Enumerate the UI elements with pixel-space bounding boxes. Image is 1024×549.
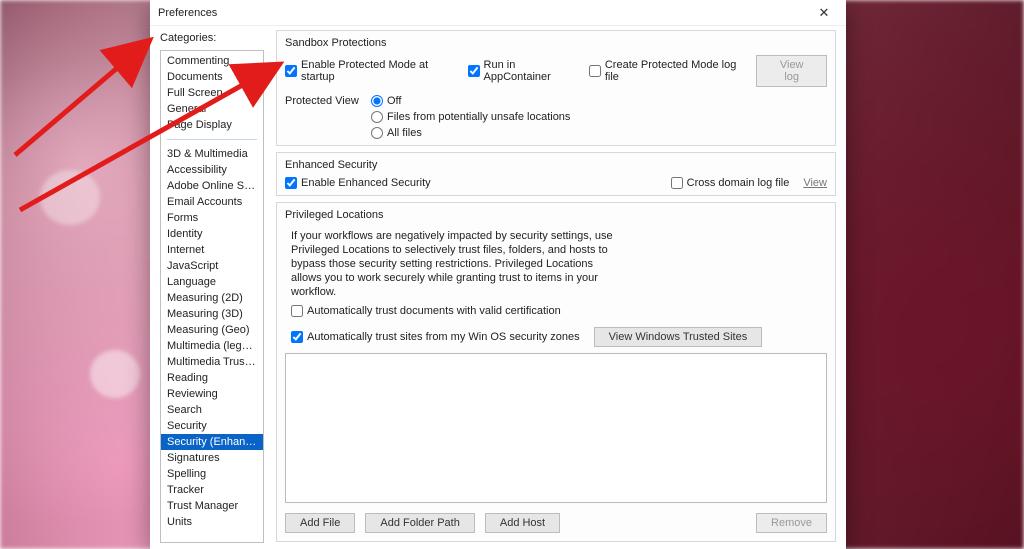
sidebar-item[interactable]: Page Display (161, 117, 263, 133)
dialog-title: Preferences (158, 7, 810, 19)
sidebar-item[interactable]: Trust Manager (161, 498, 263, 514)
auto-cert-input[interactable] (291, 305, 303, 317)
sidebar-item[interactable]: Email Accounts (161, 194, 263, 210)
run-appcontainer-input[interactable] (468, 65, 480, 77)
remove-button[interactable]: Remove (756, 513, 827, 533)
privileged-description: If your workflows are negatively impacte… (285, 227, 615, 305)
main-panel: Sandbox Protections Enable Protected Mod… (270, 26, 846, 549)
preferences-dialog: Preferences ✕ Categories: CommentingDocu… (150, 0, 846, 549)
enhanced-title: Enhanced Security (285, 159, 827, 171)
sidebar-item[interactable]: Units (161, 514, 263, 530)
sidebar-item[interactable]: Documents (161, 69, 263, 85)
cross-domain-log-checkbox[interactable]: Cross domain log file (671, 177, 790, 189)
sidebar-item[interactable]: Language (161, 274, 263, 290)
create-log-checkbox[interactable]: Create Protected Mode log file (589, 59, 751, 83)
pv-unsafe-radio[interactable]: Files from potentially unsafe locations (371, 111, 570, 123)
sidebar-item[interactable]: Security (Enhanced) (161, 434, 263, 450)
sidebar-item[interactable]: Measuring (3D) (161, 306, 263, 322)
enable-enhanced-input[interactable] (285, 177, 297, 189)
privileged-group: Privileged Locations If your workflows a… (276, 202, 836, 542)
sidebar-item[interactable]: Multimedia Trust (legacy) (161, 354, 263, 370)
sidebar-item[interactable]: Measuring (Geo) (161, 322, 263, 338)
sidebar-item[interactable]: Reviewing (161, 386, 263, 402)
sidebar-item[interactable]: Full Screen (161, 85, 263, 101)
sidebar-item[interactable]: Search (161, 402, 263, 418)
sidebar-item[interactable]: General (161, 101, 263, 117)
sidebar-item[interactable]: Identity (161, 226, 263, 242)
sidebar-item[interactable]: Multimedia (legacy) (161, 338, 263, 354)
view-link[interactable]: View (803, 177, 827, 189)
auto-zones-checkbox[interactable]: Automatically trust sites from my Win OS… (291, 331, 580, 343)
sandbox-group: Sandbox Protections Enable Protected Mod… (276, 30, 836, 146)
sidebar-item[interactable]: Adobe Online Services (161, 178, 263, 194)
view-log-button[interactable]: View log (756, 55, 827, 87)
add-file-button[interactable]: Add File (285, 513, 355, 533)
sidebar-item[interactable]: Tracker (161, 482, 263, 498)
pv-all-radio[interactable]: All files (371, 127, 422, 139)
sidebar-item[interactable]: Measuring (2D) (161, 290, 263, 306)
sidebar-item[interactable]: Accessibility (161, 162, 263, 178)
add-folder-button[interactable]: Add Folder Path (365, 513, 475, 533)
view-trusted-sites-button[interactable]: View Windows Trusted Sites (594, 327, 763, 347)
pv-unsafe-input[interactable] (371, 111, 383, 123)
titlebar: Preferences ✕ (150, 0, 846, 26)
add-host-button[interactable]: Add Host (485, 513, 560, 533)
pv-off-radio[interactable]: Off (371, 95, 401, 107)
sidebar: Categories: CommentingDocumentsFull Scre… (150, 26, 270, 549)
categories-heading: Categories: (160, 32, 264, 44)
privileged-title: Privileged Locations (285, 209, 827, 221)
sidebar-item[interactable]: Commenting (161, 53, 263, 69)
auto-cert-checkbox[interactable]: Automatically trust documents with valid… (291, 305, 827, 317)
sidebar-item[interactable]: Spelling (161, 466, 263, 482)
sidebar-item[interactable]: Signatures (161, 450, 263, 466)
enable-protected-mode-checkbox[interactable]: Enable Protected Mode at startup (285, 59, 462, 83)
sandbox-title: Sandbox Protections (285, 37, 827, 49)
sidebar-item[interactable]: Security (161, 418, 263, 434)
sidebar-item[interactable]: 3D & Multimedia (161, 146, 263, 162)
pv-off-input[interactable] (371, 95, 383, 107)
protected-view-label: Protected View (285, 95, 365, 107)
sidebar-item[interactable]: JavaScript (161, 258, 263, 274)
categories-list[interactable]: CommentingDocumentsFull ScreenGeneralPag… (160, 50, 264, 543)
trusted-locations-list[interactable] (285, 353, 827, 503)
enable-protected-mode-input[interactable] (285, 65, 297, 77)
sidebar-item[interactable]: Reading (161, 370, 263, 386)
create-log-input[interactable] (589, 65, 601, 77)
pv-all-input[interactable] (371, 127, 383, 139)
enhanced-group: Enhanced Security Enable Enhanced Securi… (276, 152, 836, 196)
enable-enhanced-checkbox[interactable]: Enable Enhanced Security (285, 177, 431, 189)
close-icon[interactable]: ✕ (810, 3, 838, 23)
auto-zones-input[interactable] (291, 331, 303, 343)
sidebar-item[interactable]: Internet (161, 242, 263, 258)
sidebar-item[interactable]: Forms (161, 210, 263, 226)
cross-domain-log-input[interactable] (671, 177, 683, 189)
run-appcontainer-checkbox[interactable]: Run in AppContainer (468, 59, 583, 83)
